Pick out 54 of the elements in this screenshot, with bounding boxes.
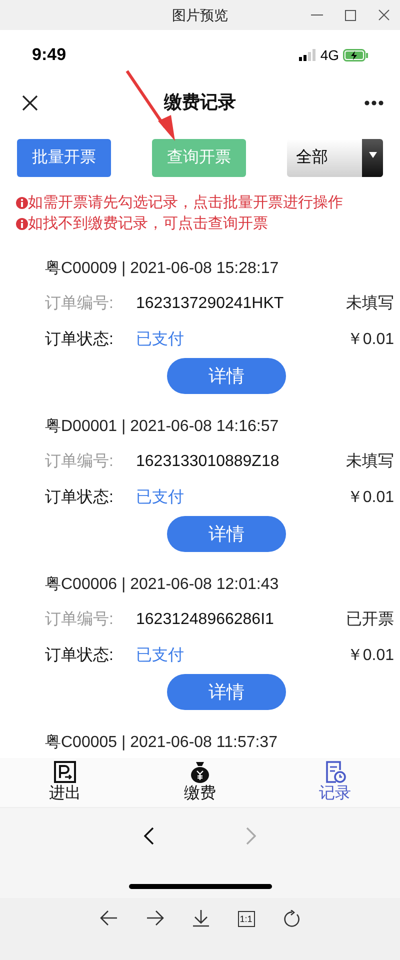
download-icon[interactable] bbox=[192, 910, 210, 928]
left-arrow-icon[interactable] bbox=[100, 910, 118, 928]
field-label: 订单编号: bbox=[45, 452, 114, 472]
invoice-status: 未填写 bbox=[346, 294, 394, 314]
info-icon bbox=[16, 218, 28, 230]
record-header: 粤C00005 | 2021-06-08 11:57:37 bbox=[45, 733, 278, 753]
close-icon[interactable] bbox=[22, 94, 38, 110]
field-label: 订单状态: bbox=[45, 646, 114, 666]
actual-size-button[interactable]: 1:1 bbox=[238, 911, 254, 927]
more-icon[interactable] bbox=[364, 100, 384, 106]
money-bag-icon bbox=[189, 760, 211, 782]
field-label: 订单状态: bbox=[45, 488, 114, 508]
right-arrow-icon[interactable] bbox=[146, 910, 164, 928]
rotate-icon[interactable] bbox=[282, 910, 300, 928]
page-title: 缴费记录 bbox=[164, 91, 236, 114]
record-header: 粤C00009 | 2021-06-08 15:28:17 bbox=[45, 259, 279, 279]
network-label: 4G bbox=[320, 46, 339, 64]
close-icon[interactable] bbox=[378, 9, 390, 21]
field-label: 订单编号: bbox=[45, 610, 114, 630]
order-status: 已支付 bbox=[136, 488, 184, 508]
document-clock-icon bbox=[324, 760, 346, 782]
filter-dropdown[interactable]: 全部 bbox=[287, 139, 383, 177]
tab-item[interactable]: 记录 bbox=[310, 760, 360, 804]
details-button[interactable]: 详情 bbox=[167, 358, 286, 394]
signal-icon bbox=[299, 49, 316, 61]
status-time: 9:49 bbox=[32, 44, 66, 66]
amount: ￥0.01 bbox=[346, 488, 394, 508]
parking-exit-icon bbox=[54, 760, 76, 782]
notice-text: 如找不到缴费记录，可点击查询开票 bbox=[28, 214, 268, 234]
order-number: 1623137290241HKT bbox=[136, 294, 284, 314]
tab-item[interactable]: 进出 bbox=[40, 760, 90, 804]
battery-icon bbox=[343, 48, 368, 62]
maximize-icon[interactable] bbox=[345, 10, 356, 20]
field-label: 订单编号: bbox=[45, 294, 114, 314]
order-number: 16231248966286I1 bbox=[136, 610, 274, 630]
details-button[interactable]: 详情 bbox=[167, 674, 286, 710]
amount: ￥0.01 bbox=[346, 330, 394, 350]
invoice-status: 已开票 bbox=[346, 610, 394, 630]
batch-invoice-button[interactable]: 批量开票 bbox=[17, 139, 111, 177]
order-status: 已支付 bbox=[136, 646, 184, 666]
details-button[interactable]: 详情 bbox=[167, 516, 286, 552]
record-header: 粤C00006 | 2021-06-08 12:01:43 bbox=[45, 575, 279, 595]
record-header: 粤D00001 | 2021-06-08 14:16:57 bbox=[45, 417, 279, 437]
tab-item[interactable]: 缴费 bbox=[175, 760, 225, 804]
invoice-status: 未填写 bbox=[346, 452, 394, 472]
order-number: 1623133010889Z18 bbox=[136, 452, 280, 472]
window-title: 图片预览 bbox=[172, 6, 228, 24]
back-chevron-icon[interactable] bbox=[144, 827, 154, 845]
notice-text: 如需开票请先勾选记录，点击批量开票进行操作 bbox=[28, 192, 343, 213]
caret-icon bbox=[368, 152, 376, 158]
info-icon bbox=[16, 197, 28, 209]
amount: ￥0.01 bbox=[346, 646, 394, 666]
field-label: 订单状态: bbox=[45, 330, 114, 350]
order-status: 已支付 bbox=[136, 330, 184, 350]
